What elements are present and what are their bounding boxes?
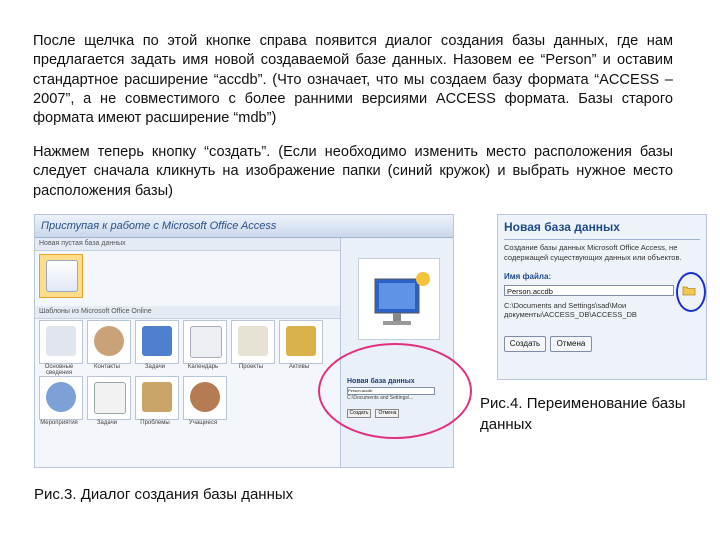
caption-fig4: Рис.4. Переименование базы данных bbox=[480, 395, 686, 433]
template-tile[interactable] bbox=[183, 320, 227, 364]
tile-label: Учащиеся bbox=[188, 420, 218, 426]
fig4-file-name-input[interactable]: Person.accdb bbox=[504, 285, 674, 296]
pie-chart-icon bbox=[46, 382, 76, 412]
template-tile[interactable] bbox=[135, 376, 179, 420]
fig3-section-templates: Шаблоны из Microsoft Office Online bbox=[35, 306, 340, 319]
fig4-title: Новая база данных bbox=[504, 220, 620, 234]
checklist-icon bbox=[142, 326, 172, 356]
tile-label: Проблемы bbox=[140, 420, 170, 426]
tasks-icon bbox=[94, 382, 126, 414]
chart-board-icon bbox=[238, 326, 268, 356]
barcode-icon bbox=[46, 326, 76, 356]
fig4-file-label: Имя файла: bbox=[504, 272, 552, 281]
database-computer-icon bbox=[358, 258, 440, 340]
fig4-create-button[interactable]: Создать bbox=[504, 336, 546, 352]
blank-database-icon bbox=[46, 260, 78, 292]
fig3-template-panel: Новая пустая база данных Шаблоны из Micr… bbox=[35, 238, 340, 467]
folders-icon bbox=[286, 326, 316, 356]
clipboard-icon bbox=[142, 382, 172, 412]
tile-label: Основные сведения bbox=[44, 364, 74, 376]
template-tile[interactable] bbox=[279, 320, 323, 364]
calendar-icon bbox=[190, 326, 222, 358]
caption-fig3: Рис.3. Диалог создания базы данных bbox=[34, 486, 294, 503]
paragraph-2: Нажмем теперь кнопку “создать”. (Если не… bbox=[33, 144, 673, 199]
tile-label: Календарь bbox=[187, 364, 219, 370]
template-tile[interactable] bbox=[39, 320, 83, 364]
highlight-circle-pink bbox=[318, 343, 472, 439]
paragraph-1: После щелчка по этой кнопке справа появи… bbox=[33, 33, 673, 127]
tile-label: Активы bbox=[288, 364, 310, 370]
blank-database-tile[interactable] bbox=[39, 254, 83, 298]
fig4-divider bbox=[504, 239, 700, 240]
tile-label: Задачи bbox=[144, 364, 166, 370]
fig4-path: C:\Documents and Settings\sad\Мои докуме… bbox=[504, 301, 637, 319]
template-tile[interactable] bbox=[135, 320, 179, 364]
highlight-circle-blue bbox=[676, 272, 706, 312]
people-icon bbox=[94, 326, 124, 356]
template-tile[interactable] bbox=[183, 376, 227, 420]
template-tile[interactable] bbox=[39, 376, 83, 420]
fig4-cancel-button[interactable]: Отмена bbox=[550, 336, 592, 352]
student-icon bbox=[190, 382, 220, 412]
template-tile[interactable] bbox=[87, 320, 131, 364]
template-tile[interactable] bbox=[87, 376, 131, 420]
fig4-description: Создание базы данных Microsoft Office Ac… bbox=[504, 243, 682, 262]
tile-label: Задачи bbox=[96, 420, 118, 426]
tile-label: Проекты bbox=[238, 364, 264, 370]
tile-label: Мероприятия bbox=[40, 420, 78, 426]
template-tile[interactable] bbox=[231, 320, 275, 364]
fig3-section-new: Новая пустая база данных bbox=[35, 238, 340, 251]
fig3-title-bar: Приступая к работе с Microsoft Office Ac… bbox=[35, 215, 453, 238]
tile-label: Контакты bbox=[94, 364, 120, 370]
